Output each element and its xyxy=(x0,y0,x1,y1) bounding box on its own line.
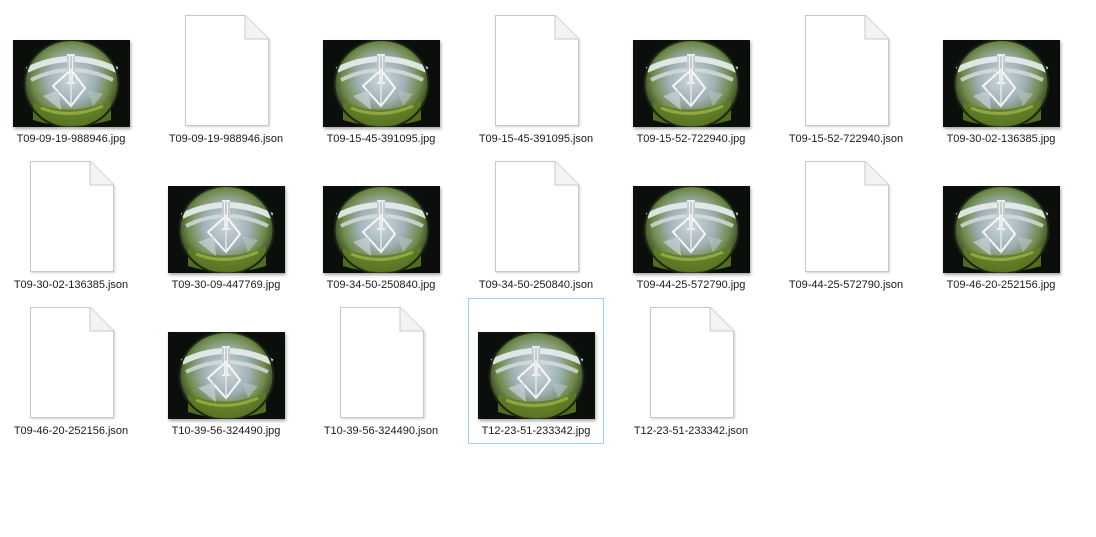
file-item-json[interactable]: T09-15-52-722940.json xyxy=(778,6,914,152)
file-name-label: T12-23-51-233342.json xyxy=(633,425,749,437)
file-item-image[interactable]: T09-30-02-136385.jpg xyxy=(933,6,1069,152)
file-name-label: T10-39-56-324490.json xyxy=(323,425,439,437)
file-item-json[interactable]: T12-23-51-233342.json xyxy=(623,298,759,444)
file-name-label: T09-44-25-572790.jpg xyxy=(636,279,746,291)
file-item-image[interactable]: T10-39-56-324490.jpg xyxy=(158,298,294,444)
blank-document-icon xyxy=(340,307,424,418)
file-item-image[interactable]: T09-34-50-250840.jpg xyxy=(313,152,449,298)
file-name-label: T09-34-50-250840.jpg xyxy=(326,279,436,291)
file-item-image[interactable]: T09-15-52-722940.jpg xyxy=(623,6,759,152)
fisheye-photo-thumbnail xyxy=(168,186,285,273)
file-item-json[interactable]: T09-46-20-252156.json xyxy=(3,298,139,444)
file-name-label: T10-39-56-324490.jpg xyxy=(171,425,281,437)
file-thumbnail xyxy=(779,159,913,277)
blank-document-icon xyxy=(30,161,114,272)
file-thumbnail xyxy=(159,159,293,277)
blank-document-icon xyxy=(30,307,114,418)
fisheye-photo-thumbnail xyxy=(323,186,440,273)
file-thumbnail xyxy=(624,305,758,423)
file-thumbnail xyxy=(469,13,603,131)
file-name-label: T09-34-50-250840.json xyxy=(478,279,594,291)
blank-document-icon xyxy=(805,161,889,272)
blank-document-icon xyxy=(495,161,579,272)
file-thumbnail xyxy=(624,159,758,277)
file-item-json[interactable]: T10-39-56-324490.json xyxy=(313,298,449,444)
file-item-image[interactable]: T09-09-19-988946.jpg xyxy=(3,6,139,152)
file-name-label: T09-09-19-988946.json xyxy=(168,133,284,145)
file-thumbnail xyxy=(314,159,448,277)
file-name-label: T09-30-02-136385.jpg xyxy=(946,133,1056,145)
file-item-json[interactable]: T09-34-50-250840.json xyxy=(468,152,604,298)
file-item-image[interactable]: T09-15-45-391095.jpg xyxy=(313,6,449,152)
fisheye-photo-thumbnail xyxy=(633,40,750,127)
file-name-label: T09-30-02-136385.json xyxy=(13,279,129,291)
fisheye-photo-thumbnail xyxy=(943,40,1060,127)
file-thumbnail xyxy=(934,13,1068,131)
file-name-label: T09-30-09-447769.jpg xyxy=(171,279,281,291)
blank-document-icon xyxy=(805,15,889,126)
fisheye-photo-thumbnail xyxy=(478,332,595,419)
file-thumbnail xyxy=(159,13,293,131)
file-thumbnail xyxy=(469,159,603,277)
fisheye-photo-thumbnail xyxy=(168,332,285,419)
file-thumbnail xyxy=(314,305,448,423)
file-name-label: T09-15-52-722940.json xyxy=(788,133,904,145)
file-thumbnail xyxy=(159,305,293,423)
fisheye-photo-thumbnail xyxy=(323,40,440,127)
file-item-json[interactable]: T09-44-25-572790.json xyxy=(778,152,914,298)
file-thumbnail xyxy=(469,305,603,423)
file-thumbnail xyxy=(934,159,1068,277)
file-thumbnail xyxy=(4,305,138,423)
file-item-image[interactable]: T09-44-25-572790.jpg xyxy=(623,152,759,298)
file-item-image[interactable]: T12-23-51-233342.jpg xyxy=(468,298,604,444)
file-icon-grid: T09-09-19-988946.jpg T09-09-19-988946.js… xyxy=(0,0,1096,537)
file-name-label: T09-15-52-722940.jpg xyxy=(636,133,746,145)
file-item-json[interactable]: T09-09-19-988946.json xyxy=(158,6,294,152)
file-thumbnail xyxy=(4,159,138,277)
file-item-json[interactable]: T09-30-02-136385.json xyxy=(3,152,139,298)
fisheye-photo-thumbnail xyxy=(943,186,1060,273)
file-name-label: T09-46-20-252156.json xyxy=(13,425,129,437)
file-thumbnail xyxy=(314,13,448,131)
file-name-label: T09-15-45-391095.jpg xyxy=(326,133,436,145)
blank-document-icon xyxy=(650,307,734,418)
file-thumbnail xyxy=(4,13,138,131)
file-thumbnail xyxy=(779,13,913,131)
file-thumbnail xyxy=(624,13,758,131)
file-item-image[interactable]: T09-46-20-252156.jpg xyxy=(933,152,1069,298)
file-name-label: T12-23-51-233342.jpg xyxy=(481,425,591,437)
file-item-json[interactable]: T09-15-45-391095.json xyxy=(468,6,604,152)
file-name-label: T09-09-19-988946.jpg xyxy=(16,133,126,145)
fisheye-photo-thumbnail xyxy=(13,40,130,127)
blank-document-icon xyxy=(185,15,269,126)
blank-document-icon xyxy=(495,15,579,126)
file-name-label: T09-46-20-252156.jpg xyxy=(946,279,1056,291)
file-item-image[interactable]: T09-30-09-447769.jpg xyxy=(158,152,294,298)
file-name-label: T09-44-25-572790.json xyxy=(788,279,904,291)
file-name-label: T09-15-45-391095.json xyxy=(478,133,594,145)
fisheye-photo-thumbnail xyxy=(633,186,750,273)
